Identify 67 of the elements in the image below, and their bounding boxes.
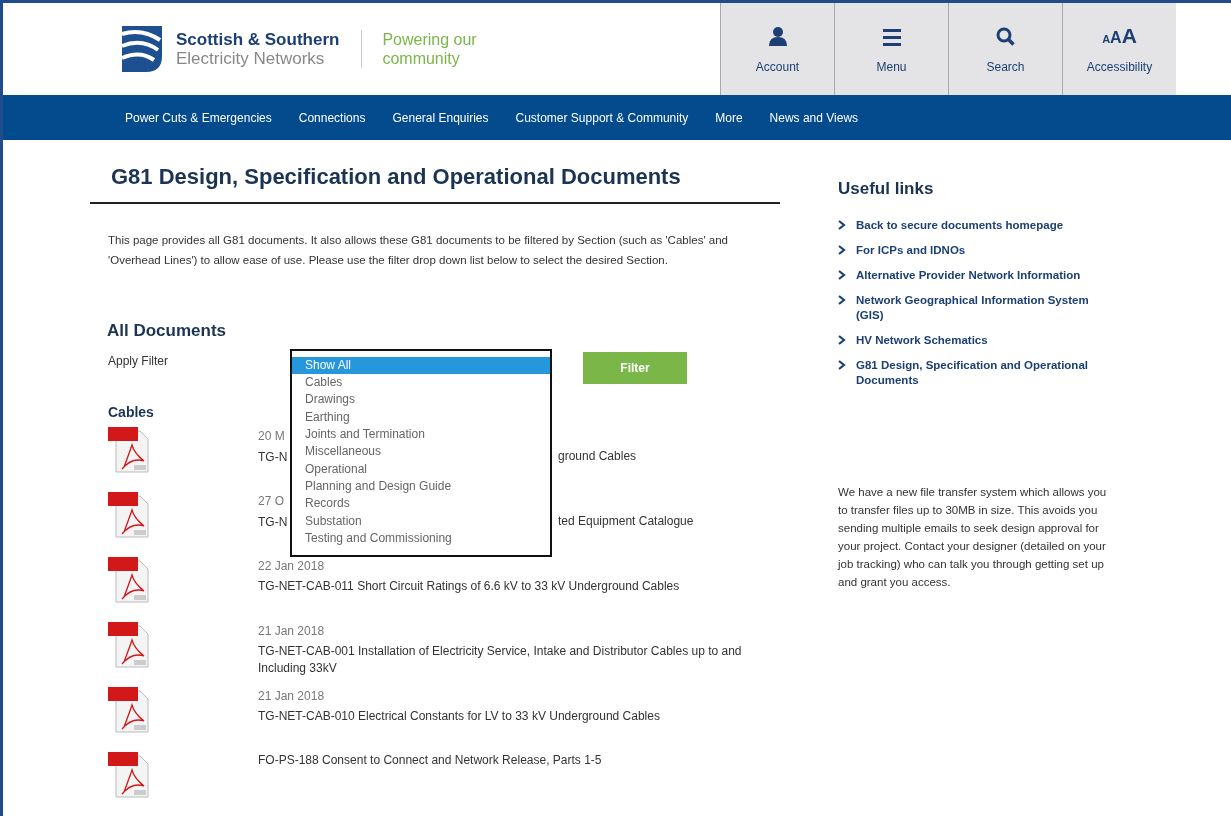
document-link[interactable]: TG-NET-CAB-001 Installation of Electricity Service, Intake and Distributor Cables up to and Including 33kV: [258, 642, 758, 677]
header-tool-button[interactable]: Account: [720, 3, 834, 95]
sidebar-heading: Useful links: [838, 178, 935, 200]
group-heading: Cables: [108, 402, 154, 422]
dropdown-option[interactable]: Records: [292, 495, 550, 513]
sidebar-link[interactable]: G81 Design, Specification and Operational Documents: [856, 357, 1113, 388]
pdf-file-icon: [108, 426, 152, 473]
dropdown-option[interactable]: Joints and Termination: [292, 426, 550, 444]
document-link[interactable]: TG-N: [258, 514, 288, 529]
logo-subtitle: Electricity Networks: [176, 49, 326, 68]
pdf-file-icon: [108, 621, 152, 668]
text-size-icon: AAA: [1102, 25, 1137, 46]
section-heading: All Documents: [107, 320, 228, 343]
chevron-icon: [838, 269, 846, 280]
sidebar-link[interactable]: HV Network Schematics: [856, 332, 988, 348]
nav-link[interactable]: General Enquiries: [392, 108, 489, 127]
filter-label: Apply Filter: [108, 352, 169, 370]
document-link[interactable]: TG-NET-CAB-010 Electrical Constants for LV to 33 kV Underground Cables: [258, 707, 660, 725]
header-tool-button[interactable]: Search: [948, 3, 1062, 95]
person-icon: [767, 26, 788, 46]
logo-name: Scottish & Southern: [176, 30, 340, 49]
document-link[interactable]: TG-N: [258, 449, 288, 464]
document-link[interactable]: ted Equipment Catalogue: [558, 512, 694, 531]
chevron-icon: [838, 294, 846, 305]
dropdown-option[interactable]: Miscellaneous: [292, 443, 550, 461]
nav-link[interactable]: Power Cuts & Emergencies: [125, 108, 272, 127]
document-link[interactable]: ground Cables: [558, 447, 637, 466]
chevron-icon: [838, 244, 846, 255]
sidebar-link[interactable]: For ICPs and IDNOs: [856, 242, 966, 258]
intro-text: This page provides all G81 documents. It also allows these G81 documents to be filtered by Section (such as 'Cables' and 'Overhead Lines') to allow ease of use. Please use the filter drop down list below to select the desired Section.: [107, 233, 729, 269]
page-title: G81 Design, Specification and Operational Documents: [90, 164, 780, 205]
pdf-file-icon: [108, 556, 152, 603]
dropdown-option[interactable]: Testing and Commissioning: [292, 529, 550, 548]
dropdown-option[interactable]: Earthing: [292, 408, 550, 427]
header-accessibility-button[interactable]: AAA Accessibility: [1062, 3, 1176, 95]
document-link[interactable]: TG-NET-CAB-011 Short Circuit Ratings of 6.6 kV to 33 kV Underground Cables: [258, 577, 680, 595]
filter-dropdown-list[interactable]: Show All Cables Drawings Earthing Joints and Termination Miscellaneous Operational Planning and Design Guide Records Substation Testing and Commissioning: [290, 348, 552, 558]
menu-icon: [882, 29, 901, 46]
dropdown-option[interactable]: Operational: [292, 460, 550, 478]
file-transfer-note: We have a new file transfer system which allows you to transfer files up to 30MB in size. This avoids you sending multiple emails to seek design approval for your project. Contact your designer (detailed on your job tracking) who can talk you through getting set up and grant you access.: [838, 484, 1108, 590]
pdf-file-icon: [108, 686, 152, 733]
dropdown-option[interactable]: Substation: [292, 512, 550, 530]
dropdown-option[interactable]: Planning and Design Guide: [292, 477, 550, 496]
pdf-file-icon: [108, 751, 152, 798]
sidebar-link[interactable]: Alternative Provider Network Information: [856, 267, 1081, 283]
nav-link[interactable]: Connections: [298, 108, 366, 127]
tagline: community: [382, 49, 461, 68]
sidebar-link[interactable]: Back to secure documents homepage: [856, 217, 1064, 233]
tagline: Powering our: [382, 30, 477, 49]
nav-link[interactable]: News and Views: [769, 108, 859, 127]
search-icon: [996, 27, 1015, 46]
nav-link[interactable]: Customer Support & Community: [515, 108, 689, 127]
chevron-icon: [838, 359, 846, 370]
sidebar-link[interactable]: Network Geographical Information System (GIS): [856, 292, 1113, 323]
dropdown-option[interactable]: Drawings: [292, 391, 550, 409]
document-date: 22 Jan 2018: [258, 557, 325, 575]
nav-link[interactable]: More: [715, 108, 743, 127]
document-date: 21 Jan 2018: [258, 622, 325, 640]
chevron-icon: [838, 334, 846, 345]
document-date: 21 Jan 2018: [258, 687, 325, 705]
document-date: 27 O: [258, 492, 284, 510]
document-date: 20 M: [258, 427, 285, 445]
chevron-icon: [838, 219, 846, 230]
header-tool-button[interactable]: Menu: [834, 3, 948, 95]
dropdown-option[interactable]: Cables: [292, 374, 550, 392]
document-link[interactable]: FO-PS-188 Consent to Connect and Network Release, Parts 1-5: [258, 751, 602, 769]
pdf-file-icon: [108, 491, 152, 538]
